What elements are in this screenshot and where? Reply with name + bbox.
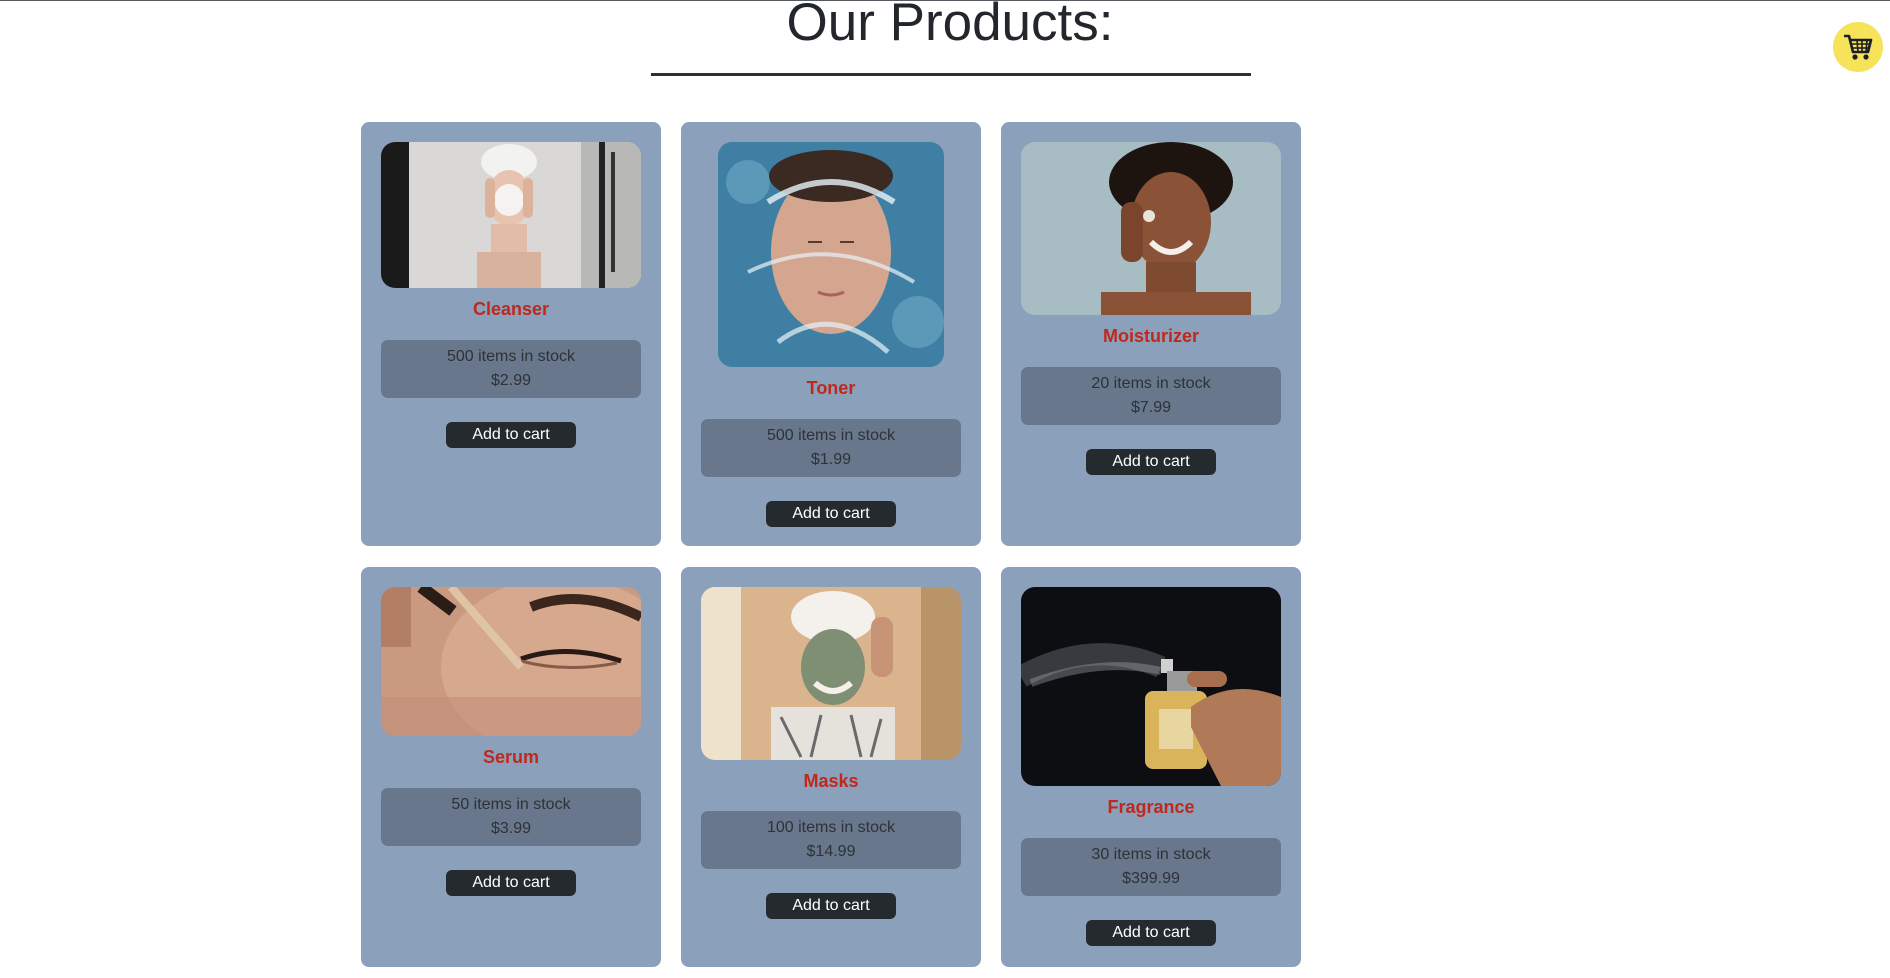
stock-count: 500 items in stock bbox=[766, 427, 896, 444]
product-name: Moisturizer bbox=[1102, 326, 1199, 346]
product-image bbox=[701, 587, 961, 760]
product-name: Masks bbox=[803, 771, 859, 791]
add-to-cart-button[interactable]: Add to cart bbox=[766, 893, 896, 919]
product-name: Cleanser bbox=[472, 299, 550, 319]
product-info-box: 20 items in stock $7.99 bbox=[1021, 367, 1281, 425]
product-image bbox=[381, 142, 641, 288]
product-price: $399.99 bbox=[1122, 870, 1180, 887]
shopping-cart-icon bbox=[1844, 34, 1873, 60]
page-title: Our Products: bbox=[786, 0, 1114, 52]
add-to-cart-button[interactable]: Add to cart bbox=[1086, 449, 1216, 475]
add-to-cart-button[interactable]: Add to cart bbox=[446, 870, 576, 896]
add-to-cart-button[interactable]: Add to cart bbox=[1086, 920, 1216, 946]
product-price: $1.99 bbox=[810, 451, 852, 468]
product-info-box: 50 items in stock $3.99 bbox=[381, 788, 641, 846]
product-card-cleanser: Cleanser 500 items in stock $2.99 Add to… bbox=[361, 122, 661, 546]
product-price: $3.99 bbox=[490, 820, 532, 837]
product-card-moisturizer: Moisturizer 20 items in stock $7.99 Add … bbox=[1001, 122, 1301, 546]
product-card-fragrance: Fragrance 30 items in stock $399.99 Add … bbox=[1001, 567, 1301, 967]
product-price: $14.99 bbox=[806, 843, 856, 860]
product-info-box: 100 items in stock $14.99 bbox=[701, 811, 961, 869]
add-to-cart-button[interactable]: Add to cart bbox=[446, 422, 576, 448]
product-image bbox=[1021, 142, 1281, 315]
product-name: Fragrance bbox=[1107, 797, 1195, 817]
product-image bbox=[718, 142, 944, 367]
product-image bbox=[381, 587, 641, 736]
product-price: $2.99 bbox=[490, 372, 532, 389]
stock-count: 100 items in stock bbox=[766, 819, 896, 836]
add-to-cart-button[interactable]: Add to cart bbox=[766, 501, 896, 527]
product-card-masks: Masks 100 items in stock $14.99 Add to c… bbox=[681, 567, 981, 967]
product-card-toner: Toner 500 items in stock $1.99 Add to ca… bbox=[681, 122, 981, 546]
product-info-box: 500 items in stock $1.99 bbox=[701, 419, 961, 477]
product-price: $7.99 bbox=[1130, 399, 1172, 416]
cart-button[interactable] bbox=[1833, 22, 1883, 72]
stock-count: 30 items in stock bbox=[1091, 846, 1211, 863]
product-name: Serum bbox=[482, 747, 540, 767]
product-name: Toner bbox=[806, 378, 856, 398]
stock-count: 500 items in stock bbox=[446, 348, 576, 365]
stock-count: 50 items in stock bbox=[451, 796, 571, 813]
product-card-serum: Serum 50 items in stock $3.99 Add to car… bbox=[361, 567, 661, 967]
product-info-box: 500 items in stock $2.99 bbox=[381, 340, 641, 398]
product-image bbox=[1021, 587, 1281, 786]
title-underline bbox=[651, 73, 1251, 76]
stock-count: 20 items in stock bbox=[1091, 375, 1211, 392]
product-info-box: 30 items in stock $399.99 bbox=[1021, 838, 1281, 896]
